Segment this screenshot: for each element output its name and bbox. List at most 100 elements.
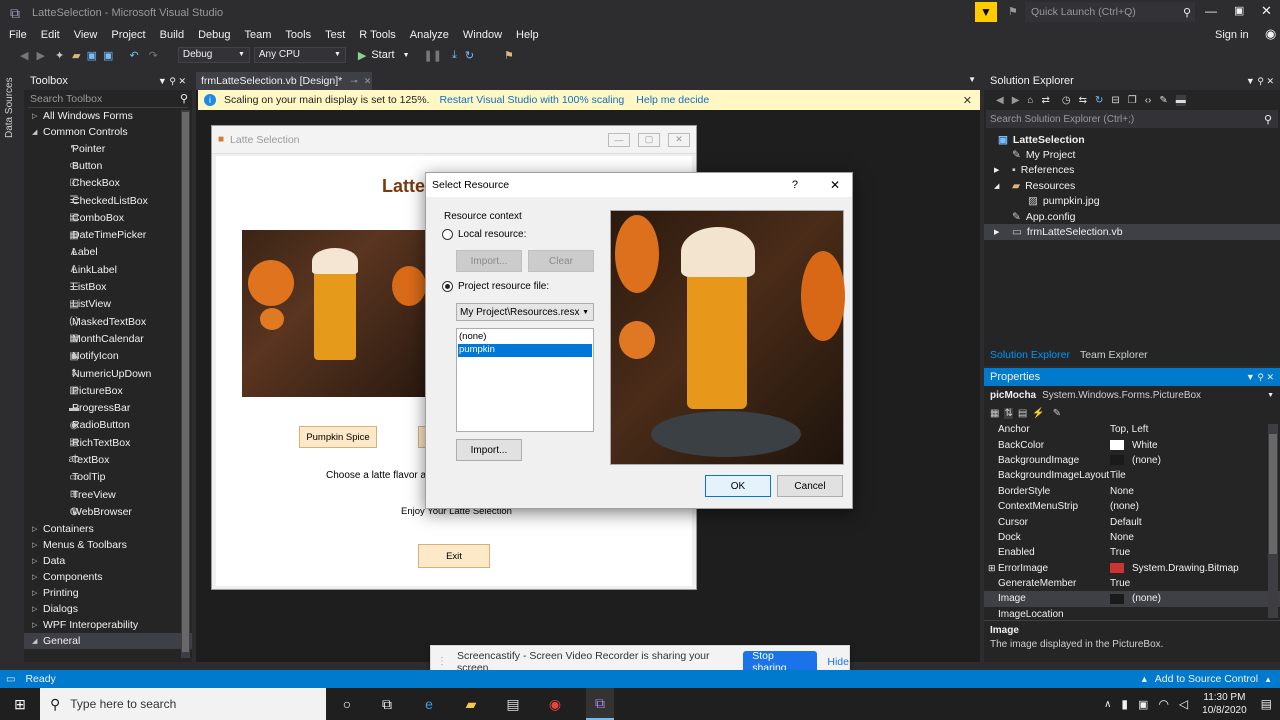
tab-solution-explorer[interactable]: Solution Explorer [984, 349, 1076, 361]
toolbox-item-treeview[interactable]: ⊞ TreeView [24, 486, 192, 503]
menu-project[interactable]: Project [111, 29, 145, 41]
chevron-down-icon[interactable]: ▼ [1246, 76, 1255, 86]
menu-file[interactable]: File [9, 29, 27, 41]
cancel-button[interactable]: Cancel [777, 475, 843, 497]
toolbox-item-monthcalendar[interactable]: ▦ MonthCalendar [24, 330, 192, 347]
toolbox-item-checkbox[interactable]: ☑ CheckBox [24, 175, 192, 192]
tab-frm-design[interactable]: frmLatteSelection.vb [Design]* ⊸ ✕ [196, 72, 372, 90]
property-row-borderstyle[interactable]: BorderStyle None [984, 484, 1280, 499]
step-into-icon[interactable]: ⤓ [452, 49, 457, 62]
property-row-backgroundimagelayout[interactable]: BackgroundImageLayout Tile [984, 468, 1280, 483]
menu-r-tools[interactable]: R Tools [359, 29, 395, 41]
toolbox-category-data[interactable]: ▷ Data [24, 553, 192, 569]
show-all-icon[interactable]: ❐ [1128, 95, 1137, 106]
toolbox-item-notifyicon[interactable]: ▣ NotifyIcon [24, 348, 192, 365]
close-icon[interactable]: ✕ [830, 178, 840, 192]
minimize-icon[interactable]: — [1205, 4, 1217, 18]
pumpkin-picture-box[interactable] [242, 230, 426, 397]
close-icon[interactable]: ✕ [364, 76, 372, 87]
toolbox-category-general[interactable]: ◢ General [24, 632, 192, 649]
preview-icon[interactable]: ▬ [1175, 94, 1186, 106]
toolbox-item-tooltip[interactable]: ▭ ToolTip [24, 469, 192, 486]
pin-icon[interactable]: ⚲ [169, 76, 176, 86]
category-common-controls[interactable]: ◢ Common Controls [24, 124, 192, 140]
exit-button[interactable]: Exit [418, 544, 490, 568]
list-item-selected[interactable]: pumpkin [458, 344, 592, 357]
refresh-icon[interactable]: ↻ [1095, 95, 1103, 106]
config-dropdown[interactable]: Debug ▼ [177, 47, 250, 63]
close-icon[interactable]: ✕ [1266, 76, 1274, 86]
chevron-up-icon[interactable]: ∧ [1104, 699, 1111, 710]
toolbox-item-numericupdown[interactable]: ⇕ NumericUpDown [24, 365, 192, 382]
notification-center-icon[interactable]: ▤ [1261, 697, 1272, 711]
home-icon[interactable]: ⌂ [1027, 95, 1033, 106]
toolbox-category-menus-toolbars[interactable]: ▷ Menus & Toolbars [24, 537, 192, 553]
list-item[interactable]: (none) [458, 331, 592, 344]
toolbox-item-webbrowser[interactable]: ◍ WebBrowser [24, 503, 192, 520]
sign-in-link[interactable]: Sign in [1215, 29, 1249, 41]
wifi-icon[interactable]: ◠ [1158, 697, 1168, 711]
menu-window[interactable]: Window [463, 29, 502, 41]
property-row-enabled[interactable]: Enabled True [984, 545, 1280, 560]
file-explorer-icon[interactable]: ▰ [460, 693, 482, 715]
step-icon[interactable]: ❚❚ [424, 49, 442, 62]
toolbox-category-components[interactable]: ▷ Components [24, 569, 192, 585]
toolbox-item-richtextbox[interactable]: ▤ RichTextBox [24, 434, 192, 451]
properties-icon[interactable]: ✎ [1159, 95, 1167, 106]
project-resource-radio[interactable]: Project resource file: [442, 281, 549, 292]
categorized-icon[interactable]: ▦ [990, 408, 999, 419]
new-project-icon[interactable]: ✦ [55, 49, 64, 62]
tree-item-project[interactable]: ▣ LatteSelection [984, 132, 1280, 147]
open-icon[interactable]: ▰ [72, 49, 80, 62]
property-row-backgroundimage[interactable]: BackgroundImage (none) [984, 453, 1280, 468]
toolbox-category-containers[interactable]: ▷ Containers [24, 521, 192, 537]
property-row-image[interactable]: Image (none) [984, 591, 1280, 607]
forward-icon[interactable]: ▶ [36, 49, 44, 62]
toolbox-item-radiobutton[interactable]: ◉ RadioButton [24, 417, 192, 434]
menu-help[interactable]: Help [516, 29, 539, 41]
redo-icon[interactable]: ↷ [149, 49, 158, 62]
account-icon[interactable]: ◉ [1265, 26, 1276, 42]
project-import-button[interactable]: Import... [456, 439, 522, 461]
tree-item-form[interactable]: ▶ ▭ frmLatteSelection.vb [984, 224, 1280, 240]
feedback-flag-icon[interactable]: ▼ [975, 2, 997, 22]
help-me-decide-link[interactable]: Help me decide [636, 94, 709, 106]
toolbox-item-listbox[interactable]: ☰ ListBox [24, 278, 192, 295]
drag-handle-icon[interactable]: ⋮ [437, 656, 447, 667]
cortana-icon[interactable]: ○ [336, 693, 358, 715]
close-icon[interactable]: ✕ [963, 94, 972, 107]
resx-dropdown[interactable]: My Project\Resources.resx ▼ [456, 303, 594, 321]
property-row-backcolor[interactable]: BackColor White [984, 437, 1280, 452]
alphabetical-icon[interactable]: ⇅ [1004, 407, 1013, 419]
toolbox-category-wpf-interoperability[interactable]: ▷ WPF Interoperability [24, 617, 192, 633]
restart-scaling-link[interactable]: Restart Visual Studio with 100% scaling [439, 94, 624, 106]
store-icon[interactable]: ▤ [502, 693, 524, 715]
history-icon[interactable]: ◷ [1062, 95, 1071, 106]
platform-dropdown[interactable]: Any CPU ▼ [253, 47, 346, 63]
properties-view-icon[interactable]: ▤ [1018, 408, 1027, 419]
taskbar-search-box[interactable]: ⚲ Type here to search [40, 688, 326, 720]
toolbox-item-maskedtextbox[interactable]: (.) MaskedTextBox [24, 313, 192, 330]
forward-icon[interactable]: ▶ [1012, 95, 1020, 106]
collapse-all-icon[interactable]: ⊟ [1111, 95, 1119, 106]
toolbox-scrollbar[interactable] [181, 110, 190, 658]
chevron-down-icon[interactable]: ▼ [1246, 372, 1255, 382]
resource-listbox[interactable]: (none) pumpkin [456, 328, 594, 432]
toolbox-item-datetimepicker[interactable]: ▦ DateTimePicker [24, 226, 192, 243]
data-sources-tab[interactable]: Data Sources [4, 74, 15, 138]
close-icon[interactable]: ✕ [1261, 3, 1272, 19]
volume-icon[interactable]: ◁ [1179, 697, 1188, 711]
toolbox-item-progressbar[interactable]: ▬ ProgressBar [24, 399, 192, 416]
tree-item-pumpkin-jpg[interactable]: ▨ pumpkin.jpg [984, 194, 1280, 209]
menu-edit[interactable]: Edit [41, 29, 60, 41]
menu-build[interactable]: Build [160, 29, 184, 41]
toolbox-search-input[interactable]: Search Toolbox ⚲ [28, 90, 188, 108]
toolbox-category-printing[interactable]: ▷ Printing [24, 585, 192, 601]
property-row-dock[interactable]: Dock None [984, 530, 1280, 545]
undo-icon[interactable]: ↶ [129, 49, 138, 62]
view-code-icon[interactable]: ‹› [1145, 95, 1152, 106]
property-pages-icon[interactable]: ✎ [1053, 408, 1061, 419]
menu-view[interactable]: View [74, 29, 98, 41]
toolbox-item-textbox[interactable]: ab TextBox [24, 451, 192, 468]
solution-search-input[interactable]: Search Solution Explorer (Ctrl+;) ⚲ [986, 110, 1278, 128]
